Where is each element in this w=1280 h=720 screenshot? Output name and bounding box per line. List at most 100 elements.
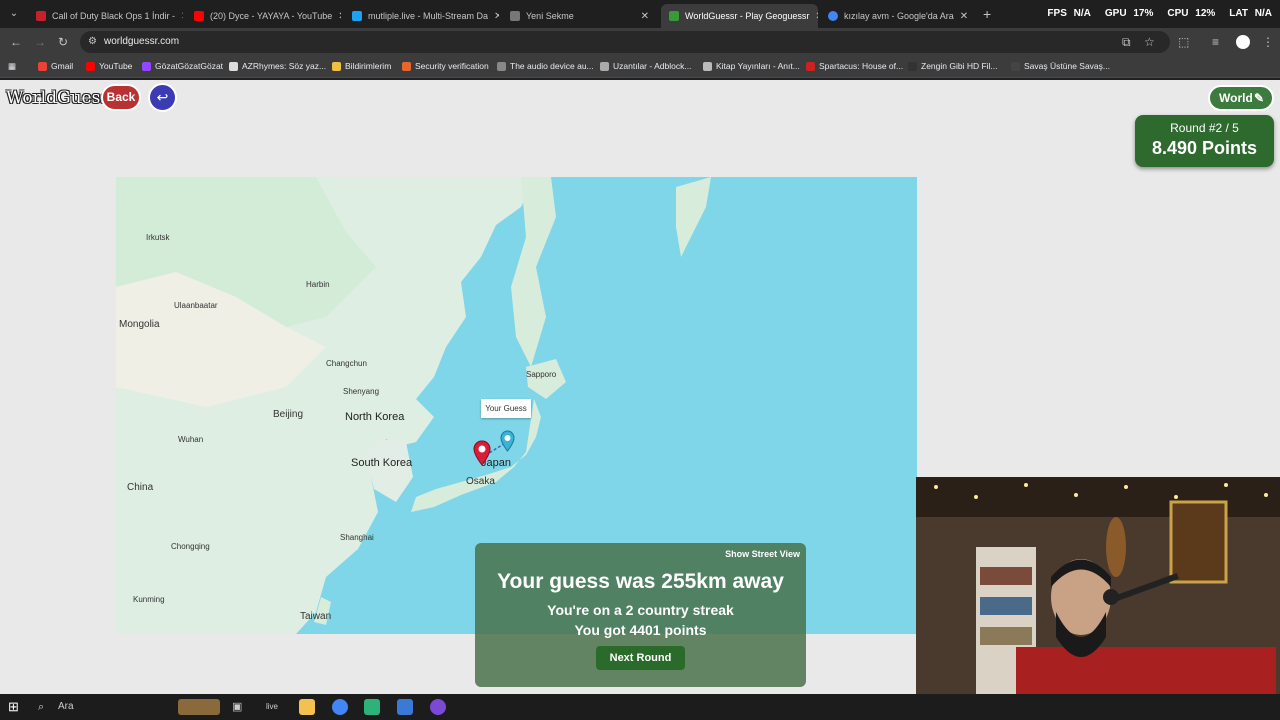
- gmail-icon: [38, 61, 47, 71]
- bookmark-icon: [229, 61, 238, 71]
- site-info-icon[interactable]: ⚙: [88, 31, 97, 53]
- star-icon[interactable]: ☆: [1144, 35, 1155, 49]
- search-icon[interactable]: ⌕: [38, 699, 54, 715]
- extensions-icon[interactable]: ⬚: [1178, 35, 1189, 49]
- tab-title: (20) Dyce - YAYAYA - YouTube: [210, 11, 333, 21]
- translate-icon[interactable]: ⧉: [1122, 35, 1131, 50]
- show-street-view-link[interactable]: Show Street View: [725, 549, 800, 559]
- bookmark-icon: [806, 61, 815, 71]
- chrome-icon[interactable]: [332, 699, 348, 715]
- bookmark-gmail[interactable]: Gmail: [38, 61, 73, 71]
- bookmark-bildirim[interactable]: Bildirimlerim: [332, 61, 391, 71]
- app-icon[interactable]: [397, 699, 413, 715]
- tab-multistream[interactable]: mutliple.live - Multi-Stream Da ✕: [344, 4, 499, 28]
- file-explorer-icon[interactable]: [299, 699, 315, 715]
- bookmark-label: Spartacus: House of...: [819, 61, 904, 71]
- worldguessr-icon: [669, 11, 679, 21]
- bookmark-icon: [332, 61, 341, 71]
- back-arrow-icon[interactable]: ←: [10, 35, 22, 49]
- bookmark-label: AZRhymes: Söz yaz...: [242, 61, 327, 71]
- undo-icon: ↩: [156, 89, 169, 105]
- bookmark-spartacus[interactable]: Spartacus: House of...: [806, 61, 903, 71]
- tab-cod[interactable]: Call of Duty Black Ops 1 İndir - ✕: [28, 4, 183, 28]
- bookmark-label: Kitap Yayınları - Anıt...: [716, 61, 800, 71]
- google-icon: [828, 11, 838, 21]
- gpu-value: 17%: [1133, 8, 1154, 19]
- perf-overlay: FPS N/A GPU 17% CPU 12% LAT N/A: [1047, 8, 1272, 19]
- new-tab-icon[interactable]: +: [983, 6, 991, 22]
- bookmark-youtube[interactable]: YouTube: [86, 61, 132, 71]
- youtube-icon: [194, 11, 204, 21]
- apps-icon[interactable]: ▦: [8, 61, 16, 72]
- bookmark-kitap[interactable]: Kitap Yayınları - Anıt...: [703, 61, 800, 71]
- bookmark-icon: [908, 61, 917, 71]
- weather-widget-icon[interactable]: [178, 699, 220, 715]
- close-tab-icon[interactable]: ✕: [332, 11, 341, 22]
- live-app-icon[interactable]: live: [266, 699, 282, 715]
- bookmark-audio[interactable]: The audio device au...: [497, 61, 594, 71]
- app-icon[interactable]: [430, 699, 446, 715]
- tab-title: mutliple.live - Multi-Stream Da: [368, 11, 489, 21]
- twitch-icon: [142, 61, 151, 71]
- task-view-icon[interactable]: ▣: [232, 699, 248, 715]
- red-pin-icon[interactable]: [473, 440, 491, 466]
- close-tab-icon[interactable]: ✕: [954, 11, 968, 22]
- taskbar: ⊞ ⌕ Ara ▣ live: [0, 694, 1280, 720]
- bookmark-label: Zengin Gibi HD Fil...: [921, 61, 998, 71]
- tab-title: kızılay avm - Google'da Ara: [844, 11, 954, 21]
- world-button[interactable]: World ✎: [1208, 85, 1274, 111]
- bookmark-azrhymes[interactable]: AZRhymes: Söz yaz...: [229, 61, 326, 71]
- close-tab-icon[interactable]: ✕: [488, 11, 499, 22]
- gpu-label: GPU: [1104, 8, 1127, 19]
- close-tab-icon[interactable]: ✕: [635, 11, 649, 22]
- taskbar-search-label[interactable]: Ara: [58, 701, 74, 712]
- fps-label: FPS: [1047, 8, 1067, 19]
- media-icon[interactable]: ≡: [1212, 35, 1219, 49]
- tab-title: Yeni Sekme: [526, 11, 574, 21]
- bookmark-label: Uzantılar - Adblock...: [613, 61, 692, 71]
- tab-title: Call of Duty Black Ops 1 İndir -: [52, 11, 176, 21]
- bookmark-icon: [1011, 61, 1020, 71]
- tab-youtube[interactable]: (20) Dyce - YAYAYA - YouTube ✕: [186, 4, 341, 28]
- tab-worldguessr[interactable]: WorldGuessr - Play Geoguessr ✕: [661, 4, 818, 28]
- tab-google[interactable]: kızılay avm - Google'da Ara ✕: [820, 4, 975, 28]
- favicon-icon: [352, 11, 362, 21]
- round-score-panel: Round #2 / 5 8.490 Points: [1135, 115, 1274, 167]
- tab-search-icon[interactable]: ⌄: [6, 6, 22, 22]
- tab-new[interactable]: Yeni Sekme ✕: [502, 4, 657, 28]
- lat-label: LAT: [1229, 8, 1248, 19]
- next-round-button[interactable]: Next Round: [596, 646, 685, 670]
- address-bar[interactable]: ⚙ worldguessr.com: [80, 31, 1170, 53]
- close-tab-icon[interactable]: ✕: [809, 11, 818, 22]
- bookmark-label: The audio device au...: [510, 61, 594, 71]
- back-button[interactable]: Back: [101, 84, 141, 111]
- bookmark-icon: [497, 61, 506, 71]
- globe-icon: [510, 11, 520, 21]
- bookmark-label: Savaş Üstüne Savaş...: [1024, 61, 1110, 71]
- round-points-text: You got 4401 points: [574, 622, 707, 638]
- bookmark-label: Gmail: [51, 61, 74, 71]
- blue-pin-icon[interactable]: [500, 430, 515, 452]
- fps-value: N/A: [1073, 8, 1091, 19]
- favicon-icon: [36, 11, 46, 21]
- bookmark-gozat[interactable]: GözatGözatGözat: [142, 61, 223, 71]
- forward-arrow-icon[interactable]: →: [34, 35, 46, 49]
- app-icon[interactable]: [364, 699, 380, 715]
- distance-text: Your guess was 255km away: [497, 570, 784, 593]
- bookmark-zengin[interactable]: Zengin Gibi HD Fil...: [908, 61, 998, 71]
- menu-icon[interactable]: ⋮: [1262, 35, 1274, 49]
- windows-start-icon[interactable]: ⊞: [8, 699, 24, 715]
- bookmark-security[interactable]: Security verification: [402, 61, 489, 71]
- pencil-icon: ✎: [1253, 91, 1264, 105]
- profile-icon[interactable]: [1236, 35, 1250, 49]
- bookmark-extensions[interactable]: Uzantılar - Adblock...: [600, 61, 691, 71]
- reload-icon[interactable]: ↻: [58, 35, 68, 49]
- lat-value: N/A: [1254, 8, 1272, 19]
- undo-button[interactable]: ↩: [148, 83, 177, 112]
- close-tab-icon[interactable]: ✕: [175, 11, 183, 22]
- address-row: ← → ↻ ⚙ worldguessr.com ⧉ ☆ ⬚ ≡ ⋮: [0, 28, 1280, 56]
- url-text: worldguessr.com: [104, 36, 180, 47]
- bookmark-label: GözatGözatGözat: [155, 61, 224, 71]
- bookmark-icon: [402, 61, 411, 71]
- bookmark-savas[interactable]: Savaş Üstüne Savaş...: [1011, 61, 1110, 71]
